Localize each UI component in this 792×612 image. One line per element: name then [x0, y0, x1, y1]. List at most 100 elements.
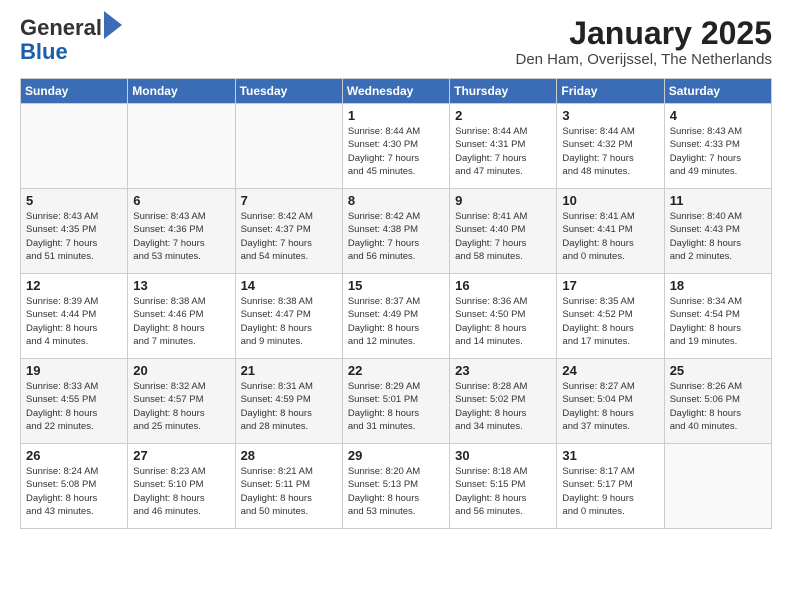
day-number: 11 — [670, 193, 766, 208]
table-row: 30 Sunrise: 8:18 AMSunset: 5:15 PMDayligh… — [450, 444, 557, 529]
day-info: Sunrise: 8:21 AMSunset: 5:11 PMDaylight:… — [241, 465, 337, 518]
table-row — [21, 104, 128, 189]
day-info: Sunrise: 8:43 AMSunset: 4:36 PMDaylight:… — [133, 210, 229, 263]
day-info: Sunrise: 8:34 AMSunset: 4:54 PMDaylight:… — [670, 295, 766, 348]
day-info: Sunrise: 8:32 AMSunset: 4:57 PMDaylight:… — [133, 380, 229, 433]
day-info: Sunrise: 8:40 AMSunset: 4:43 PMDaylight:… — [670, 210, 766, 263]
col-thursday: Thursday — [450, 79, 557, 104]
table-row: 28 Sunrise: 8:21 AMSunset: 5:11 PMDayligh… — [235, 444, 342, 529]
day-info: Sunrise: 8:43 AMSunset: 4:35 PMDaylight:… — [26, 210, 122, 263]
page-title: January 2025 — [516, 16, 773, 51]
title-block: January 2025 Den Ham, Overijssel, The Ne… — [516, 16, 773, 68]
table-row: 8Sunrise: 8:42 AMSunset: 4:38 PMDaylight… — [342, 189, 449, 274]
day-info: Sunrise: 8:44 AMSunset: 4:30 PMDaylight:… — [348, 125, 444, 178]
calendar-week-row: 1 Sunrise: 8:44 AMSunset: 4:30 PMDaylight… — [21, 104, 772, 189]
day-number: 7 — [241, 193, 337, 208]
day-number: 28 — [241, 448, 337, 463]
calendar: Sunday Monday Tuesday Wednesday Thursday… — [20, 78, 772, 529]
calendar-week-row: 26 Sunrise: 8:24 AMSunset: 5:08 PMDayligh… — [21, 444, 772, 529]
calendar-header-row: Sunday Monday Tuesday Wednesday Thursday… — [21, 79, 772, 104]
day-number: 3 — [562, 108, 658, 123]
day-info: Sunrise: 8:43 AMSunset: 4:33 PMDaylight:… — [670, 125, 766, 178]
day-number: 23 — [455, 363, 551, 378]
day-info: Sunrise: 8:44 AMSunset: 4:31 PMDaylight:… — [455, 125, 551, 178]
table-row: 11 Sunrise: 8:40 AMSunset: 4:43 PMDayligh… — [664, 189, 771, 274]
day-info: Sunrise: 8:24 AMSunset: 5:08 PMDaylight:… — [26, 465, 122, 518]
table-row: 26 Sunrise: 8:24 AMSunset: 5:08 PMDayligh… — [21, 444, 128, 529]
table-row: 13Sunrise: 8:38 AMSunset: 4:46 PMDayligh… — [128, 274, 235, 359]
table-row: 16Sunrise: 8:36 AMSunset: 4:50 PMDayligh… — [450, 274, 557, 359]
day-number: 29 — [348, 448, 444, 463]
day-number: 22 — [348, 363, 444, 378]
table-row: 18Sunrise: 8:34 AMSunset: 4:54 PMDayligh… — [664, 274, 771, 359]
header: General Blue January 2025 Den Ham, Overi… — [20, 16, 772, 68]
table-row: 15 Sunrise: 8:37 AMSunset: 4:49 PMDayligh… — [342, 274, 449, 359]
day-number: 26 — [26, 448, 122, 463]
day-number: 20 — [133, 363, 229, 378]
day-info: Sunrise: 8:27 AMSunset: 5:04 PMDaylight:… — [562, 380, 658, 433]
table-row: 2 Sunrise: 8:44 AMSunset: 4:31 PMDaylight… — [450, 104, 557, 189]
day-info: Sunrise: 8:42 AMSunset: 4:38 PMDaylight:… — [348, 210, 444, 263]
logo-icon — [104, 11, 122, 39]
table-row — [128, 104, 235, 189]
table-row: 9Sunrise: 8:41 AMSunset: 4:40 PMDaylight… — [450, 189, 557, 274]
day-number: 19 — [26, 363, 122, 378]
table-row: 21 Sunrise: 8:31 AMSunset: 4:59 PMDayligh… — [235, 359, 342, 444]
day-info: Sunrise: 8:35 AMSunset: 4:52 PMDaylight:… — [562, 295, 658, 348]
day-info: Sunrise: 8:31 AMSunset: 4:59 PMDaylight:… — [241, 380, 337, 433]
col-wednesday: Wednesday — [342, 79, 449, 104]
day-number: 15 — [348, 278, 444, 293]
col-monday: Monday — [128, 79, 235, 104]
day-info: Sunrise: 8:39 AMSunset: 4:44 PMDaylight:… — [26, 295, 122, 348]
day-number: 30 — [455, 448, 551, 463]
table-row: 31Sunrise: 8:17 AMSunset: 5:17 PMDayligh… — [557, 444, 664, 529]
table-row: 27 Sunrise: 8:23 AMSunset: 5:10 PMDayligh… — [128, 444, 235, 529]
table-row: 17Sunrise: 8:35 AMSunset: 4:52 PMDayligh… — [557, 274, 664, 359]
table-row: 23Sunrise: 8:28 AMSunset: 5:02 PMDayligh… — [450, 359, 557, 444]
day-info: Sunrise: 8:38 AMSunset: 4:47 PMDaylight:… — [241, 295, 337, 348]
table-row: 19 Sunrise: 8:33 AMSunset: 4:55 PMDayligh… — [21, 359, 128, 444]
day-number: 9 — [455, 193, 551, 208]
logo-general-text: General — [20, 16, 102, 40]
table-row: 3 Sunrise: 8:44 AMSunset: 4:32 PMDaylight… — [557, 104, 664, 189]
table-row: 5 Sunrise: 8:43 AMSunset: 4:35 PMDaylight… — [21, 189, 128, 274]
day-number: 16 — [455, 278, 551, 293]
day-number: 5 — [26, 193, 122, 208]
calendar-week-row: 12Sunrise: 8:39 AMSunset: 4:44 PMDayligh… — [21, 274, 772, 359]
day-info: Sunrise: 8:26 AMSunset: 5:06 PMDaylight:… — [670, 380, 766, 433]
day-info: Sunrise: 8:23 AMSunset: 5:10 PMDaylight:… — [133, 465, 229, 518]
col-tuesday: Tuesday — [235, 79, 342, 104]
calendar-week-row: 5 Sunrise: 8:43 AMSunset: 4:35 PMDaylight… — [21, 189, 772, 274]
col-friday: Friday — [557, 79, 664, 104]
table-row: 1 Sunrise: 8:44 AMSunset: 4:30 PMDaylight… — [342, 104, 449, 189]
day-number: 4 — [670, 108, 766, 123]
table-row: 7 Sunrise: 8:42 AMSunset: 4:37 PMDaylight… — [235, 189, 342, 274]
day-info: Sunrise: 8:20 AMSunset: 5:13 PMDaylight:… — [348, 465, 444, 518]
table-row: 20 Sunrise: 8:32 AMSunset: 4:57 PMDayligh… — [128, 359, 235, 444]
table-row: 12Sunrise: 8:39 AMSunset: 4:44 PMDayligh… — [21, 274, 128, 359]
day-info: Sunrise: 8:44 AMSunset: 4:32 PMDaylight:… — [562, 125, 658, 178]
table-row: 4 Sunrise: 8:43 AMSunset: 4:33 PMDaylight… — [664, 104, 771, 189]
day-info: Sunrise: 8:37 AMSunset: 4:49 PMDaylight:… — [348, 295, 444, 348]
day-number: 2 — [455, 108, 551, 123]
table-row: 10Sunrise: 8:41 AMSunset: 4:41 PMDayligh… — [557, 189, 664, 274]
table-row: 6 Sunrise: 8:43 AMSunset: 4:36 PMDaylight… — [128, 189, 235, 274]
day-number: 31 — [562, 448, 658, 463]
day-info: Sunrise: 8:18 AMSunset: 5:15 PMDaylight:… — [455, 465, 551, 518]
page-subtitle: Den Ham, Overijssel, The Netherlands — [516, 51, 773, 68]
day-number: 27 — [133, 448, 229, 463]
table-row — [664, 444, 771, 529]
page: General Blue January 2025 Den Ham, Overi… — [0, 0, 792, 612]
day-number: 25 — [670, 363, 766, 378]
day-info: Sunrise: 8:42 AMSunset: 4:37 PMDaylight:… — [241, 210, 337, 263]
table-row: 25 Sunrise: 8:26 AMSunset: 5:06 PMDayligh… — [664, 359, 771, 444]
day-number: 1 — [348, 108, 444, 123]
day-number: 21 — [241, 363, 337, 378]
day-number: 14 — [241, 278, 337, 293]
day-number: 6 — [133, 193, 229, 208]
logo-blue-text: Blue — [20, 39, 68, 64]
day-info: Sunrise: 8:33 AMSunset: 4:55 PMDaylight:… — [26, 380, 122, 433]
col-saturday: Saturday — [664, 79, 771, 104]
day-number: 10 — [562, 193, 658, 208]
table-row: 22Sunrise: 8:29 AMSunset: 5:01 PMDayligh… — [342, 359, 449, 444]
